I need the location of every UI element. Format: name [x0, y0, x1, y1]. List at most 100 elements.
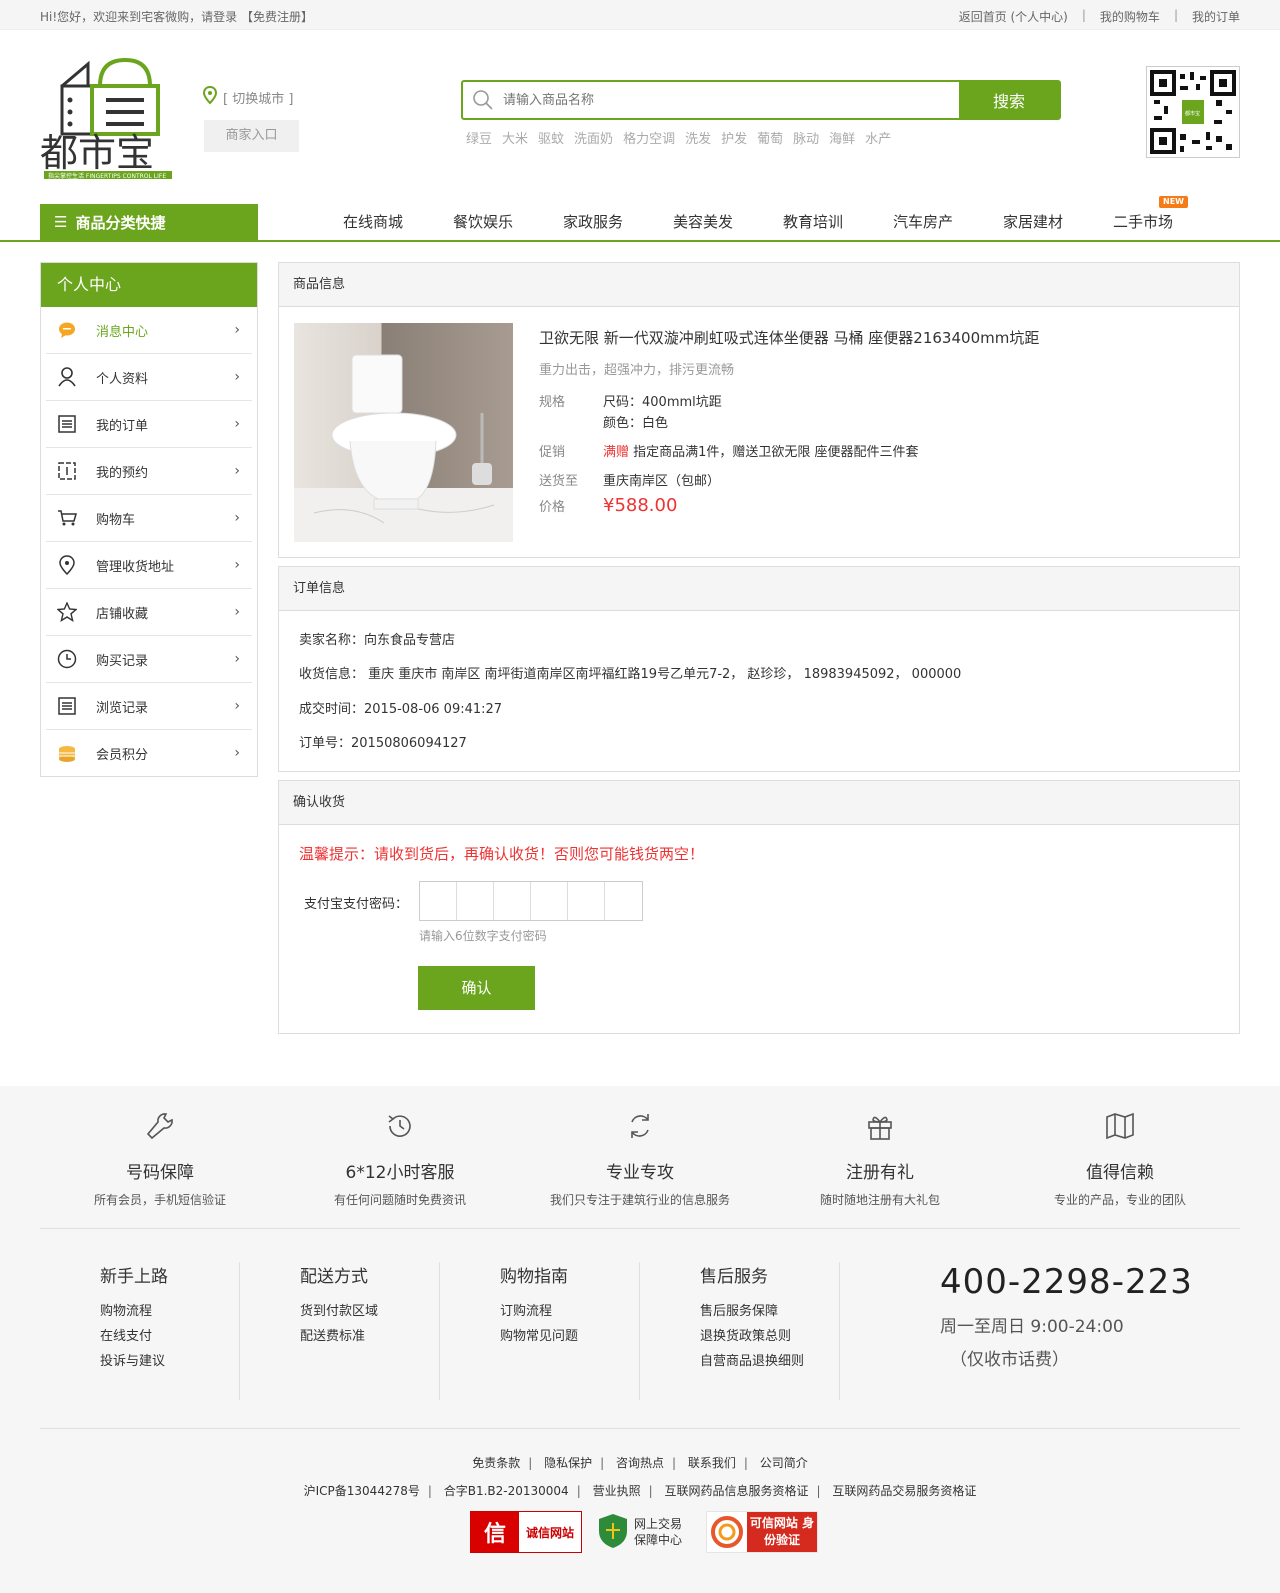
location-icon: [56, 554, 78, 576]
hot-word[interactable]: 脉动: [793, 128, 819, 147]
product-title[interactable]: 卫欲无限 新一代双漩冲刷虹吸式连体坐便器 马桶 座便器2163400mm坑距: [539, 327, 1039, 348]
chevron-right-icon: ›: [234, 745, 240, 761]
password-digit[interactable]: [420, 882, 457, 920]
footer-link[interactable]: 联系我们: [688, 1456, 736, 1470]
qr-label: 都市宝: [1185, 110, 1200, 117]
order-number: 订单号：20150806094127: [299, 736, 467, 751]
feature-desc: 有任何问题随时免费资讯: [333, 1193, 466, 1207]
footer-link[interactable]: 在线支付: [100, 1324, 239, 1349]
hot-word[interactable]: 护发: [721, 128, 747, 147]
welcome-text[interactable]: Hi!您好，欢迎来到宅客微购，请登录 【免费注册】: [40, 8, 313, 25]
orders-link[interactable]: 我的订单: [1192, 8, 1240, 25]
footer-link[interactable]: 退换货政策总则: [700, 1324, 839, 1349]
nav-item-online-mall[interactable]: 在线商城: [318, 204, 428, 240]
map-icon: [1000, 1108, 1240, 1144]
nav-item-auto-realty[interactable]: 汽车房产: [868, 204, 978, 240]
sidebar-item-points[interactable]: 会员积分 ›: [46, 730, 252, 777]
sidebar-item-addresses[interactable]: 管理收货地址 ›: [46, 542, 252, 589]
footer-link[interactable]: 购物常见问题: [500, 1324, 639, 1349]
city-switch-label: [ 切换城市 ]: [223, 91, 294, 107]
sidebar-item-messages[interactable]: 消息中心 ›: [46, 307, 252, 354]
chevron-right-icon: ›: [234, 557, 240, 573]
footer-link[interactable]: 互联网药品信息服务资格证: [664, 1484, 808, 1498]
footer-link[interactable]: 互联网药品交易服务资格证: [832, 1484, 976, 1498]
product-image[interactable]: [294, 323, 513, 542]
footer-link[interactable]: 隐私保护: [544, 1456, 592, 1470]
refresh-icon: [520, 1108, 760, 1144]
sidebar-item-cart[interactable]: 购物车 ›: [46, 495, 252, 542]
footer-link[interactable]: 沪ICP备13044278号: [304, 1484, 420, 1498]
nav-item-beauty[interactable]: 美容美发: [648, 204, 758, 240]
nav-item-dining[interactable]: 餐饮娱乐: [428, 204, 538, 240]
cart-icon: [56, 507, 78, 529]
qr-code: 都市宝: [1146, 66, 1240, 158]
footer-link[interactable]: 投诉与建议: [100, 1349, 239, 1374]
hot-word[interactable]: 绿豆: [466, 128, 492, 147]
footer-link[interactable]: 自营商品退换细则: [700, 1349, 839, 1374]
badge-trusted-site[interactable]: 可信网站 身份验证: [706, 1511, 818, 1553]
merchant-entry-button[interactable]: 商家入口: [204, 120, 299, 152]
user-icon: [56, 366, 78, 388]
sidebar-item-profile[interactable]: 个人资料 ›: [46, 354, 252, 401]
sidebar-item-browse-history[interactable]: 浏览记录 ›: [46, 683, 252, 730]
footer-link[interactable]: 公司简介: [760, 1456, 808, 1470]
chevron-right-icon: ›: [234, 651, 240, 667]
password-digit[interactable]: [531, 882, 568, 920]
badge-credible-site[interactable]: 信 诚信网站: [470, 1511, 582, 1553]
sidebar-item-label: 浏览记录: [96, 700, 149, 716]
sidebar-item-appointments[interactable]: 我的预约 ›: [46, 448, 252, 495]
confirm-button[interactable]: 确认: [418, 966, 535, 1010]
footer-link[interactable]: 订购流程: [500, 1299, 639, 1324]
hot-word[interactable]: 海鲜: [829, 128, 855, 147]
hot-word[interactable]: 葡萄: [757, 128, 783, 147]
ship-text: 重庆南岸区（包邮）: [603, 474, 721, 489]
footer-link[interactable]: 购物流程: [100, 1299, 239, 1324]
new-badge: NEW: [1159, 196, 1188, 208]
sidebar-item-label: 管理收货地址: [96, 559, 175, 575]
feature-title: 注册有礼: [846, 1163, 914, 1183]
footer-link[interactable]: 货到付款区域: [300, 1299, 439, 1324]
footer-link[interactable]: 配送费标准: [300, 1324, 439, 1349]
feature-title: 专业专攻: [606, 1163, 674, 1183]
sidebar-item-label: 会员积分: [96, 748, 149, 763]
password-digit[interactable]: [494, 882, 531, 920]
footer-link[interactable]: 咨询热点: [616, 1456, 664, 1470]
category-menu-button[interactable]: ☰ 商品分类快捷: [40, 204, 258, 240]
top-bar: Hi!您好，欢迎来到宅客微购，请登录 【免费注册】 返回首页 (个人中心) | 我…: [0, 0, 1280, 30]
password-digit[interactable]: [457, 882, 494, 920]
hot-word[interactable]: 驱蚊: [538, 128, 564, 147]
logo[interactable]: 都市宝 指尖掌控生活 FINGERTIPS CONTROL LIFE: [40, 56, 175, 180]
product-info-panel: 商品信息 卫欲无限 新一代双漩冲刷虹吸式连体坐便器 马桶 座便器2163400m…: [278, 262, 1240, 558]
hot-word[interactable]: 格力空调: [623, 128, 675, 147]
chevron-right-icon: ›: [234, 416, 240, 432]
search-input[interactable]: [503, 82, 959, 118]
hot-word[interactable]: 水产: [865, 128, 891, 147]
charge-note: （仅收市话费）: [950, 1350, 1069, 1370]
badge-trade-protection[interactable]: 网上交易 保障中心: [598, 1511, 690, 1553]
footer-link[interactable]: 售后服务保障: [700, 1299, 839, 1324]
home-link[interactable]: 返回首页 (个人中心): [959, 8, 1068, 25]
cart-link[interactable]: 我的购物车: [1100, 8, 1160, 25]
password-digit[interactable]: [605, 882, 642, 920]
sidebar-item-purchase-history[interactable]: 购买记录 ›: [46, 636, 252, 683]
hot-word[interactable]: 洗发: [685, 128, 711, 147]
nav-item-secondhand[interactable]: 二手市场: [1088, 204, 1198, 240]
footer-divider: [40, 1228, 1240, 1229]
sidebar-item-orders[interactable]: 我的订单 ›: [46, 401, 252, 448]
footer-link[interactable]: 免责条款: [472, 1456, 520, 1470]
footer-link[interactable]: 合字B1.B2-20130004: [444, 1484, 569, 1498]
footer-link[interactable]: 营业执照: [593, 1484, 641, 1498]
city-switch[interactable]: [ 切换城市 ]: [202, 85, 294, 108]
nav-item-education[interactable]: 教育培训: [758, 204, 868, 240]
password-digit[interactable]: [568, 882, 605, 920]
sidebar-item-favorites[interactable]: 店铺收藏 ›: [46, 589, 252, 636]
search-button[interactable]: 搜索: [959, 82, 1059, 118]
coins-icon: [56, 743, 78, 765]
nav-item-home-building[interactable]: 家居建材: [978, 204, 1088, 240]
feature-number-guarantee: 号码保障 所有会员，手机短信验证: [40, 1108, 280, 1208]
hot-word[interactable]: 洗面奶: [574, 128, 613, 147]
password-input[interactable]: [419, 881, 643, 921]
top-links: 返回首页 (个人中心) | 我的购物车 | 我的订单: [958, 8, 1240, 25]
nav-item-housekeeping[interactable]: 家政服务: [538, 204, 648, 240]
hot-word[interactable]: 大米: [502, 128, 528, 147]
